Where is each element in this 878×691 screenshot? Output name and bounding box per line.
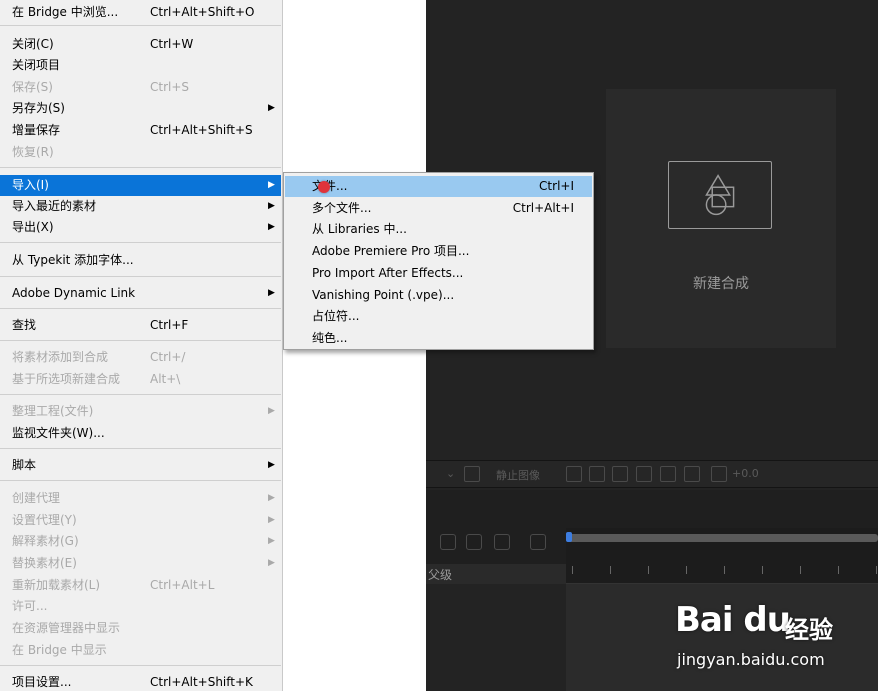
3d-view-icon[interactable] bbox=[684, 466, 700, 482]
menu-item-export[interactable]: 导出(X) ▶ bbox=[0, 217, 281, 238]
watermark-url: jingyan.baidu.com bbox=[677, 650, 825, 669]
viewer-toolbar: ⌄ 静止图像 +0.0 bbox=[426, 460, 878, 488]
menu-separator bbox=[0, 665, 281, 666]
menu-separator bbox=[0, 340, 281, 341]
menu-item-typekit[interactable]: 从 Typekit 添加字体... bbox=[0, 250, 281, 271]
submenu-arrow-icon: ▶ bbox=[268, 201, 275, 211]
exposure-value[interactable]: +0.0 bbox=[732, 467, 759, 480]
menu-item-watch-folder[interactable]: 监视文件夹(W)... bbox=[0, 423, 281, 444]
submenu-arrow-icon: ▶ bbox=[268, 406, 275, 416]
menu-item-interpret-footage: 解释素材(G) ▶ bbox=[0, 531, 281, 552]
layer-list bbox=[426, 584, 566, 691]
parent-header-label: 父级 bbox=[428, 568, 453, 582]
time-ticks bbox=[566, 564, 878, 584]
new-composition-icon bbox=[668, 161, 772, 229]
frame-blend-icon[interactable] bbox=[466, 534, 482, 550]
menu-item-create-proxy: 创建代理 ▶ bbox=[0, 488, 281, 509]
submenu-arrow-icon: ▶ bbox=[268, 515, 275, 525]
submenu-item-vanishing-point[interactable]: Vanishing Point (.vpe)... bbox=[285, 285, 592, 306]
shapes-icon bbox=[705, 174, 735, 216]
mask-icon[interactable] bbox=[636, 466, 652, 482]
camera-icon[interactable] bbox=[566, 466, 582, 482]
shy-icon[interactable] bbox=[440, 534, 456, 550]
work-area-bar[interactable] bbox=[568, 534, 878, 542]
menu-item-license: 许可... bbox=[12, 599, 48, 613]
menu-separator bbox=[0, 480, 281, 481]
menu-item-import-recent[interactable]: 导入最近的素材 ▶ bbox=[0, 196, 281, 217]
new-composition-label: 新建合成 bbox=[693, 276, 749, 292]
menu-separator bbox=[0, 276, 281, 277]
region-icon[interactable] bbox=[464, 466, 480, 482]
menu-item-new-comp-from-selection: 基于所选项新建合成 Alt+\ bbox=[12, 372, 181, 386]
cursor-highlight-icon bbox=[318, 181, 330, 193]
menu-item-close-project[interactable]: 关闭项目 bbox=[0, 55, 281, 76]
graph-editor-icon[interactable] bbox=[530, 534, 546, 550]
file-menu: 在 Bridge 中浏览... Ctrl+Alt+Shift+O 关闭(C) C… bbox=[0, 0, 283, 691]
timeline-ruler[interactable] bbox=[566, 528, 878, 564]
menu-item-import[interactable]: 导入(I) ▶ bbox=[0, 175, 281, 196]
menu-separator bbox=[0, 394, 281, 395]
submenu-item-from-libraries[interactable]: 从 Libraries 中... bbox=[285, 219, 592, 240]
submenu-item-premiere-project[interactable]: Adobe Premiere Pro 项目... bbox=[285, 241, 592, 262]
submenu-arrow-icon: ▶ bbox=[268, 558, 275, 568]
menu-separator bbox=[0, 25, 281, 26]
menu-item-save-as[interactable]: 另存为(S) ▶ bbox=[0, 98, 281, 119]
menu-item-revert: 恢复(R) bbox=[12, 145, 54, 159]
menu-item-project-settings[interactable]: 项目设置... Ctrl+Alt+Shift+K bbox=[0, 672, 281, 691]
menu-item-close[interactable]: 关闭(C) Ctrl+W bbox=[0, 34, 281, 55]
submenu-arrow-icon: ▶ bbox=[268, 222, 275, 232]
color-channels-icon[interactable] bbox=[612, 466, 628, 482]
submenu-arrow-icon: ▶ bbox=[268, 493, 275, 503]
menu-item-find[interactable]: 查找 Ctrl+F bbox=[0, 315, 281, 336]
submenu-arrow-icon: ▶ bbox=[268, 288, 275, 298]
menu-item-reload-footage: 重新加载素材(L) Ctrl+Alt+L bbox=[12, 578, 215, 592]
menu-item-increment-save[interactable]: 增量保存 Ctrl+Alt+Shift+S bbox=[0, 120, 281, 141]
motion-blur-icon[interactable] bbox=[494, 534, 510, 550]
submenu-item-multiple-files[interactable]: 多个文件... Ctrl+Alt+I bbox=[285, 198, 592, 219]
submenu-arrow-icon: ▶ bbox=[268, 460, 275, 470]
submenu-arrow-icon: ▶ bbox=[268, 536, 275, 546]
import-submenu: 文件... Ctrl+I 多个文件... Ctrl+Alt+I 从 Librar… bbox=[283, 172, 594, 350]
menu-separator bbox=[0, 308, 281, 309]
submenu-item-placeholder[interactable]: 占位符... bbox=[285, 306, 592, 327]
submenu-item-pro-import[interactable]: Pro Import After Effects... bbox=[285, 263, 592, 284]
baidu-watermark: Bai du 经验 jingyan.baidu.com bbox=[675, 600, 875, 690]
link-icon[interactable] bbox=[589, 466, 605, 482]
grid-icon[interactable] bbox=[660, 466, 676, 482]
menu-item-dynamic-link[interactable]: Adobe Dynamic Link ▶ bbox=[0, 283, 281, 304]
submenu-item-solid[interactable]: 纯色... bbox=[285, 328, 592, 349]
submenu-item-file[interactable]: 文件... Ctrl+I bbox=[285, 176, 592, 197]
menu-item-scripts[interactable]: 脚本 ▶ bbox=[0, 455, 281, 476]
menu-item-reveal-in-explorer: 在资源管理器中显示 bbox=[12, 621, 121, 635]
menu-item-reveal-in-bridge: 在 Bridge 中显示 bbox=[12, 643, 107, 657]
menu-separator bbox=[0, 167, 281, 168]
menu-item-add-to-comp: 将素材添加到合成 Ctrl+/ bbox=[12, 350, 186, 364]
menu-item-browse-in-bridge[interactable]: 在 Bridge 中浏览... Ctrl+Alt+Shift+O bbox=[0, 2, 281, 23]
menu-item-set-proxy: 设置代理(Y) ▶ bbox=[0, 510, 281, 531]
new-composition-card[interactable]: 新建合成 bbox=[606, 89, 836, 348]
submenu-arrow-icon: ▶ bbox=[268, 103, 275, 113]
submenu-arrow-icon: ▶ bbox=[268, 180, 275, 190]
menu-separator bbox=[0, 242, 281, 243]
menu-item-replace-footage: 替换素材(E) ▶ bbox=[0, 553, 281, 574]
baidu-logo-text: Bai du bbox=[675, 600, 791, 640]
menu-separator bbox=[0, 448, 281, 449]
timeline-switches bbox=[426, 530, 566, 554]
chevron-down-icon[interactable]: ⌄ bbox=[446, 467, 455, 480]
snapshot-label[interactable]: 静止图像 bbox=[496, 467, 540, 483]
menu-item-dependencies: 整理工程(文件) ▶ bbox=[0, 401, 281, 422]
menu-item-save: 保存(S) Ctrl+S bbox=[12, 80, 190, 94]
exposure-icon[interactable] bbox=[711, 466, 727, 482]
playhead-marker[interactable] bbox=[566, 532, 572, 542]
jingyan-text: 经验 bbox=[785, 616, 833, 644]
parent-column-header: 父级 bbox=[426, 564, 566, 584]
